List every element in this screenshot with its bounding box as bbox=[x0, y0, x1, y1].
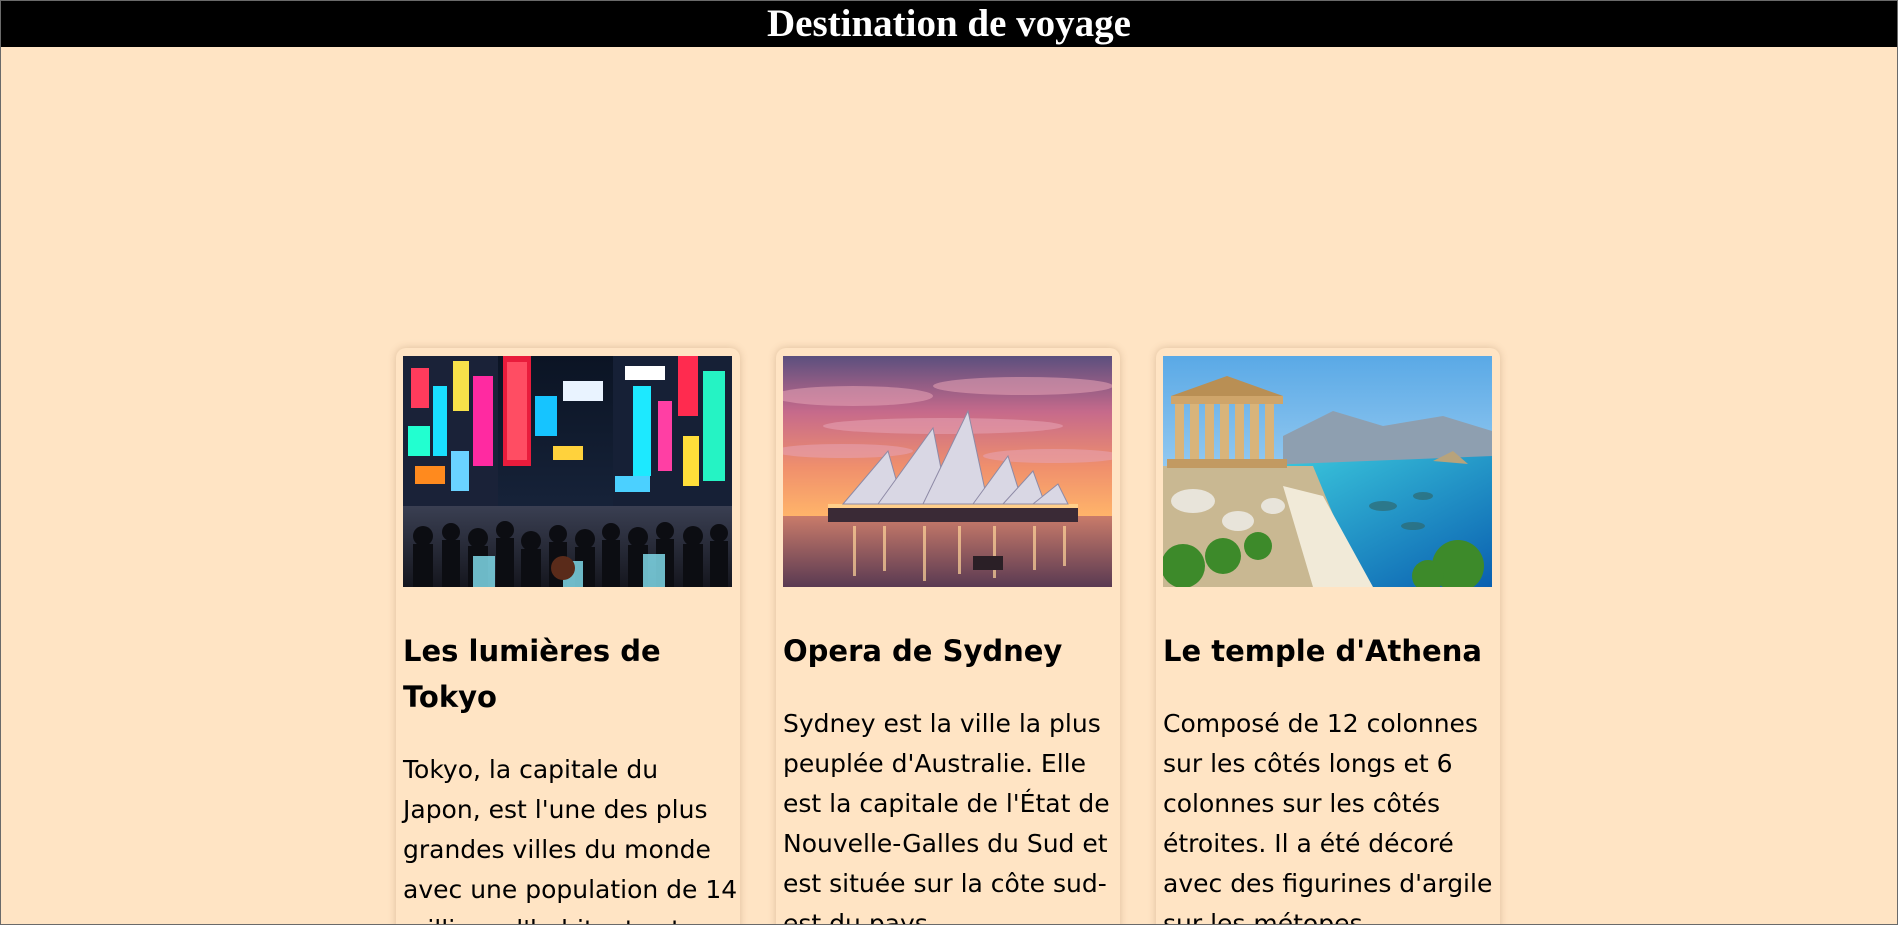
page-header: Destination de voyage bbox=[0, 0, 1898, 47]
tokyo-image bbox=[403, 356, 732, 587]
sydney-card-title: Opera de Sydney bbox=[783, 634, 1063, 668]
athena-card-text: Composé de 12 colonnes sur les côtés lon… bbox=[1163, 709, 1493, 925]
destination-cards: Les lumières de Tokyo Tokyo, la capitale… bbox=[396, 348, 1500, 925]
sydney-card-text: Sydney est la ville la plus peuplée d'Au… bbox=[783, 709, 1110, 925]
sydney-image bbox=[783, 356, 1112, 587]
destination-card-sydney: Opera de Sydney Sydney est la ville la p… bbox=[776, 348, 1120, 925]
athena-card-title: Le temple d'Athena bbox=[1163, 634, 1482, 668]
tokyo-card-text: Tokyo, la capitale du Japon, est l'une d… bbox=[403, 755, 738, 925]
athena-image bbox=[1163, 356, 1492, 587]
destination-card-athena: Le temple d'Athena Composé de 12 colonne… bbox=[1156, 348, 1500, 925]
destination-card-tokyo: Les lumières de Tokyo Tokyo, la capitale… bbox=[396, 348, 740, 925]
tokyo-card-title: Les lumières de Tokyo bbox=[403, 634, 661, 714]
tokyo-street-illustration bbox=[403, 356, 732, 587]
sydney-opera-illustration bbox=[783, 356, 1112, 587]
page-title: Destination de voyage bbox=[767, 2, 1131, 45]
athena-temple-illustration bbox=[1163, 356, 1492, 587]
